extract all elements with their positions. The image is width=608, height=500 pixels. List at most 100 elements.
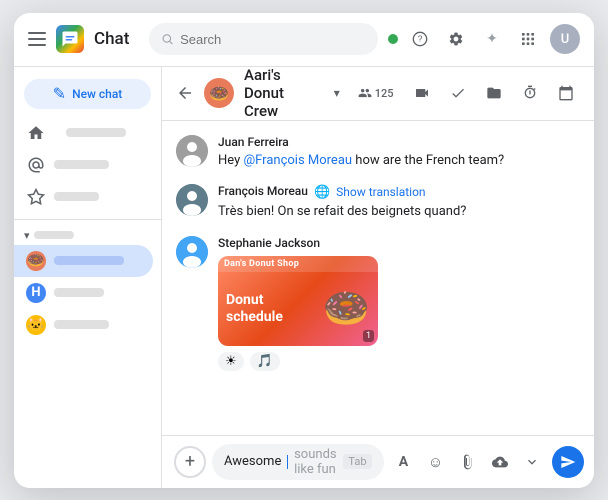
sidebar-item-mentions[interactable]: [14, 149, 153, 181]
saved-label-placeholder: [54, 192, 99, 201]
chat-area: 🍩 Aari's Donut Crew ▾ 125: [162, 67, 594, 488]
sidebar-item-person-h[interactable]: H: [14, 277, 153, 309]
message-group-stephanie: Stephanie Jackson Dan's Donut Shop Donut…: [176, 236, 582, 371]
reaction-music[interactable]: 🎵: [250, 352, 280, 371]
hamburger-menu-button[interactable]: [28, 32, 46, 46]
donut-crew-label: [54, 256, 124, 265]
person-h-avatar: H: [26, 283, 46, 303]
sidebar-section-chat[interactable]: ▾: [14, 226, 161, 245]
timer-icon: [522, 85, 538, 101]
stephanie-sender-name: Stephanie Jackson: [218, 236, 582, 250]
card-header: Dan's Donut Shop: [218, 256, 378, 272]
send-icon: [560, 454, 576, 470]
back-button[interactable]: [176, 84, 194, 102]
upload-icon: [492, 454, 508, 470]
donut-emoji: 🍩: [323, 287, 370, 331]
card-body: Donut schedule 🍩: [218, 272, 378, 346]
show-translation-link[interactable]: Show translation: [336, 185, 425, 199]
card-badge: 1: [363, 330, 374, 342]
input-text-value: Awesome: [224, 454, 281, 469]
video-icon: [414, 85, 430, 101]
top-bar-actions: ? ✦ U: [388, 24, 580, 54]
francois-message-text: Très bien! On se refait des beignets qua…: [218, 202, 582, 222]
chat-section-caret: ▾: [24, 229, 30, 242]
francois-sender-name: François Moreau: [218, 184, 308, 198]
sidebar-item-person-m[interactable]: 🐱: [14, 309, 153, 341]
grid-icon: [520, 31, 536, 47]
francois-sender-row: François Moreau 🌐 Show translation: [218, 184, 582, 200]
settings-button[interactable]: [442, 25, 470, 53]
calendar-button[interactable]: [550, 77, 582, 109]
people-icon: [358, 86, 372, 100]
message-input-wrap[interactable]: Awesome sounds like fun Tab: [212, 444, 384, 480]
format-button[interactable]: A: [390, 448, 418, 476]
stephanie-avatar: [176, 236, 208, 268]
card-text: Donut schedule: [226, 292, 283, 326]
help-button[interactable]: ?: [406, 25, 434, 53]
input-cursor: [287, 455, 288, 469]
search-input[interactable]: [180, 32, 366, 47]
sidebar-item-donut-crew[interactable]: 🍩: [14, 245, 153, 277]
translate-icon: 🌐: [314, 185, 330, 200]
person-m-avatar: 🐱: [26, 315, 46, 335]
search-icon: [161, 32, 174, 46]
group-avatar: 🍩: [204, 78, 234, 108]
help-icon: ?: [412, 31, 428, 47]
francois-avatar: [176, 184, 208, 216]
timer-button[interactable]: [514, 77, 546, 109]
sparkle-button[interactable]: ✦: [478, 25, 506, 53]
video-call-button[interactable]: [406, 77, 438, 109]
user-avatar[interactable]: U: [550, 24, 580, 54]
sidebar: ✎ New chat: [14, 67, 162, 488]
send-button[interactable]: [552, 446, 584, 478]
donut-crew-avatar: 🍩: [26, 251, 46, 271]
juan-message-content: Juan Ferreira Hey @François Moreau how a…: [218, 135, 582, 171]
app-title: Chat: [94, 29, 129, 49]
top-bar: Chat ? ✦: [14, 13, 594, 67]
chat-header: 🍩 Aari's Donut Crew ▾ 125: [162, 67, 594, 121]
task-icon: [450, 85, 466, 101]
sidebar-item-home[interactable]: [14, 117, 153, 149]
chat-title-caret[interactable]: ▾: [334, 86, 340, 100]
chevron-icon: [524, 454, 540, 470]
app-window: Chat ? ✦: [14, 13, 594, 488]
new-chat-button[interactable]: ✎ New chat: [24, 79, 151, 109]
upload-button[interactable]: [486, 448, 514, 476]
home-icon: [26, 123, 46, 143]
settings-icon: [448, 31, 464, 47]
add-icon: +: [185, 451, 195, 472]
messages-area: Juan Ferreira Hey @François Moreau how a…: [162, 121, 594, 435]
mentions-label-placeholder: [54, 160, 109, 169]
add-attachment-button[interactable]: +: [174, 446, 206, 478]
format-icon: A: [399, 454, 408, 470]
paperclip-icon: [460, 454, 476, 470]
juan-sender-name: Juan Ferreira: [218, 135, 582, 149]
reaction-sun[interactable]: ☀: [218, 352, 244, 371]
sidebar-item-saved[interactable]: [14, 181, 153, 213]
input-suggestion: sounds like fun: [294, 447, 337, 477]
sidebar-divider: [14, 219, 161, 220]
attach-button[interactable]: [454, 448, 482, 476]
input-bar: + Awesome sounds like fun Tab A ☺: [162, 435, 594, 488]
task-button[interactable]: [442, 77, 474, 109]
folder-icon: [486, 85, 502, 101]
message-group-francois: François Moreau 🌐 Show translation Très …: [176, 184, 582, 222]
emoji-button[interactable]: ☺: [422, 448, 450, 476]
status-indicator: [388, 34, 398, 44]
input-tab-hint: Tab: [343, 454, 371, 469]
svg-text:?: ?: [418, 34, 423, 44]
folder-button[interactable]: [478, 77, 510, 109]
juan-message-text: Hey @François Moreau how are the French …: [218, 151, 582, 171]
search-bar[interactable]: [149, 23, 378, 55]
member-count-button[interactable]: 125: [350, 82, 402, 104]
member-count: 125: [375, 87, 394, 100]
new-chat-icon: ✎: [53, 84, 66, 103]
stephanie-message-content: Stephanie Jackson Dan's Donut Shop Donut…: [218, 236, 582, 371]
more-input-button[interactable]: [518, 448, 546, 476]
francois-mention: @François Moreau: [243, 153, 352, 168]
juan-avatar: [176, 135, 208, 167]
grid-button[interactable]: [514, 25, 542, 53]
donut-card[interactable]: Dan's Donut Shop Donut schedule 🍩 1: [218, 256, 378, 346]
mentions-icon: [26, 155, 46, 175]
calendar-icon: [558, 85, 574, 101]
